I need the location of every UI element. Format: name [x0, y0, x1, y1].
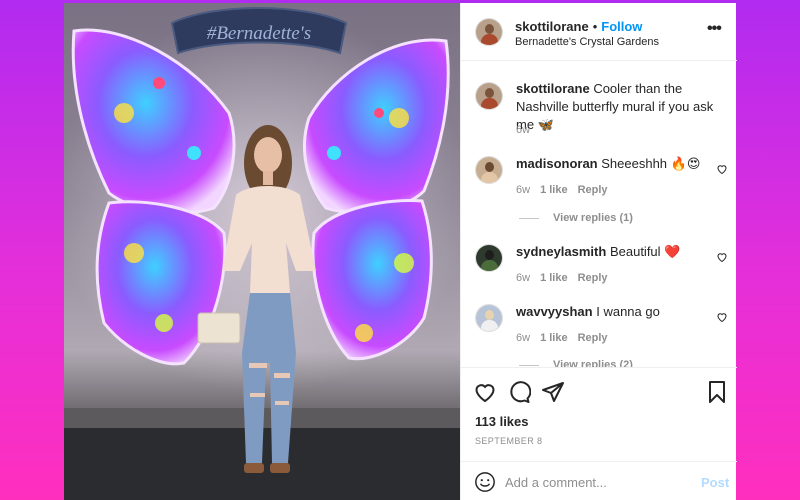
post-comment-button[interactable]: Post [701, 475, 729, 490]
post-header: skottilorane • Follow Bernadette's Crystal… [461, 3, 737, 61]
header-username-row: skottilorane • Follow [515, 19, 642, 34]
list-item: sydneylasmith Beautiful ❤️ [516, 243, 728, 261]
comment-text: I wanna go [596, 304, 660, 319]
comment-username[interactable]: wavvyyshan [516, 304, 593, 319]
comment-icon[interactable] [507, 380, 531, 404]
comment-time: 6w [516, 272, 531, 284]
comment-time: 6w [516, 184, 531, 196]
comment-likes[interactable]: 1 like [540, 272, 568, 284]
likes-count[interactable]: 113 likes [475, 414, 529, 429]
comment-username[interactable]: madisonoran [516, 156, 598, 171]
share-icon[interactable] [541, 380, 565, 404]
avatar[interactable] [475, 244, 503, 272]
list-item: wavvyyshan I wanna go [516, 303, 728, 321]
list-item: madisonoran Sheeeshhh 🔥😍 [516, 155, 728, 173]
header-username[interactable]: skottilorane [515, 19, 589, 34]
post-date: SEPTEMBER 8 [475, 436, 543, 446]
comment-username[interactable]: sydneylasmith [516, 244, 606, 259]
comment-meta: 6w 1 like Reply [516, 272, 608, 284]
more-options-icon[interactable]: ••• [707, 20, 722, 38]
post-photo[interactable]: #Bernadette's [64, 3, 460, 500]
sign-text: #Bernadette's [207, 23, 311, 44]
view-replies-button[interactable]: View replies (1) [519, 212, 633, 224]
location-link[interactable]: Bernadette's Crystal Gardens [515, 36, 659, 48]
caption: skottilorane Cooler than the Nashville b… [516, 80, 728, 134]
caption-time: 6w [516, 124, 531, 136]
caption-username[interactable]: skottilorane [516, 81, 590, 96]
instagram-post: #Bernadette's skottilorane • Follow Bern… [64, 3, 737, 500]
header-separator: • [592, 19, 598, 34]
reply-button[interactable]: Reply [578, 272, 608, 284]
comment-meta: 6w 1 like Reply [516, 184, 608, 196]
avatar[interactable] [475, 82, 503, 110]
view-replies-button[interactable]: View replies (2) [519, 359, 633, 367]
butterfly-wings-photo: #Bernadette's [64, 7, 460, 500]
follow-button[interactable]: Follow [601, 19, 642, 34]
comment-heart-icon[interactable] [716, 251, 728, 263]
heart-icon[interactable] [473, 380, 497, 404]
post-actions: 113 likes SEPTEMBER 8 [461, 367, 737, 461]
comment-input[interactable] [505, 471, 695, 493]
comment-heart-icon[interactable] [716, 163, 728, 175]
comment-likes[interactable]: 1 like [540, 332, 568, 344]
comment-time: 6w [516, 332, 531, 344]
bookmark-icon[interactable] [705, 380, 729, 404]
avatar[interactable] [475, 304, 503, 332]
add-comment-bar: Post [461, 461, 737, 500]
emoji-icon[interactable] [474, 471, 496, 493]
reply-button[interactable]: Reply [578, 184, 608, 196]
comment-meta: 6w 1 like Reply [516, 332, 608, 344]
post-side-panel: skottilorane • Follow Bernadette's Crystal… [460, 3, 737, 500]
comment-heart-icon[interactable] [716, 311, 728, 323]
comment-text: Beautiful ❤️ [609, 244, 681, 259]
comments-list[interactable]: skottilorane Cooler than the Nashville b… [461, 61, 737, 367]
reply-button[interactable]: Reply [578, 332, 608, 344]
avatar[interactable] [475, 156, 503, 184]
comment-text: Sheeeshhh 🔥😍 [601, 156, 701, 171]
comment-likes[interactable]: 1 like [540, 184, 568, 196]
avatar[interactable] [475, 18, 503, 46]
